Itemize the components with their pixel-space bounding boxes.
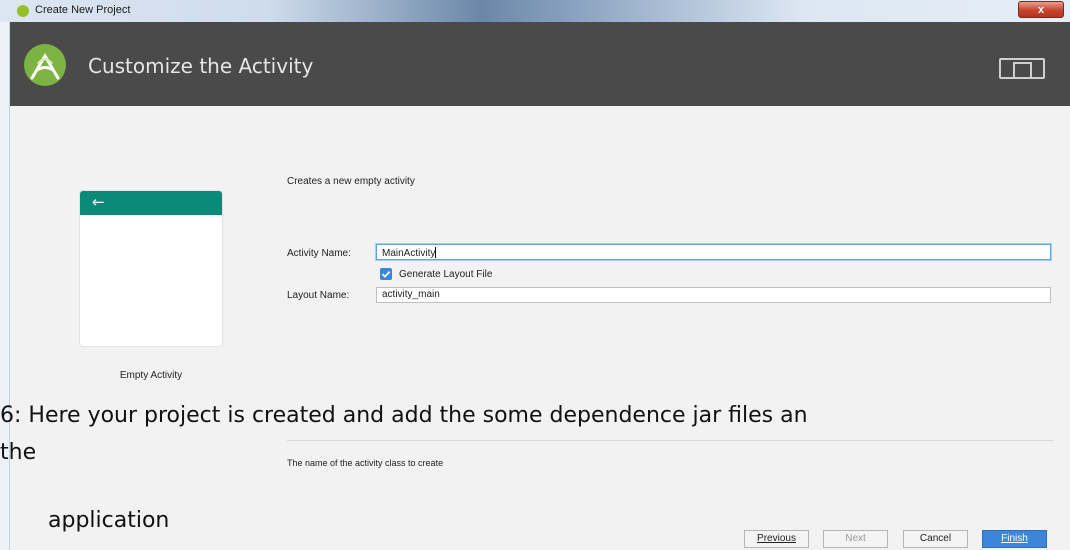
layout-name-label: Layout Name: (287, 290, 350, 301)
window-border (0, 22, 10, 550)
device-form-factor-icon (998, 56, 1048, 84)
close-button[interactable]: x (1018, 1, 1064, 18)
finish-button-label: Finish (1001, 533, 1028, 544)
cancel-button[interactable]: Cancel (903, 530, 968, 548)
overlay-text-line-3: application (48, 508, 170, 533)
window-title-bar: Create New Project x (0, 0, 1070, 22)
finish-button[interactable]: Finish (982, 530, 1047, 548)
cancel-button-label: Cancel (919, 533, 952, 544)
layout-name-field[interactable]: activity_main (376, 287, 1051, 303)
android-studio-logo-icon (24, 44, 66, 86)
activity-name-value: MainActivity (382, 248, 436, 259)
generate-layout-checkbox[interactable] (380, 268, 392, 280)
dialog-header: Customize the Activity (10, 22, 1070, 106)
layout-name-value: activity_main (382, 289, 440, 300)
window-title: Create New Project (35, 4, 131, 16)
overlay-text-line-2: the (0, 440, 37, 465)
previous-button[interactable]: Previous (744, 530, 809, 548)
text-caret (435, 247, 437, 258)
activity-name-field[interactable]: MainActivity (376, 244, 1051, 260)
page-title: Customize the Activity (88, 54, 314, 78)
preview-app-bar: ← (80, 191, 222, 215)
next-button[interactable]: Next (823, 530, 888, 548)
overlay-text-line-1: 6: Here your project is created and add … (0, 403, 808, 428)
back-arrow-icon: ← (92, 193, 105, 211)
android-studio-icon (17, 5, 29, 17)
previous-button-label: Previous (757, 533, 796, 544)
help-text: The name of the activity class to create (287, 458, 444, 468)
template-description: Creates a new empty activity (287, 176, 415, 187)
template-caption: Empty Activity (119, 370, 183, 381)
activity-name-label: Activity Name: (287, 248, 351, 259)
divider (287, 440, 1053, 441)
dialog-content: ← Empty Activity Creates a new empty act… (10, 106, 1070, 550)
next-button-label: Next (845, 533, 866, 544)
activity-template-preview[interactable]: ← (80, 191, 222, 346)
generate-layout-label: Generate Layout File (399, 269, 493, 280)
